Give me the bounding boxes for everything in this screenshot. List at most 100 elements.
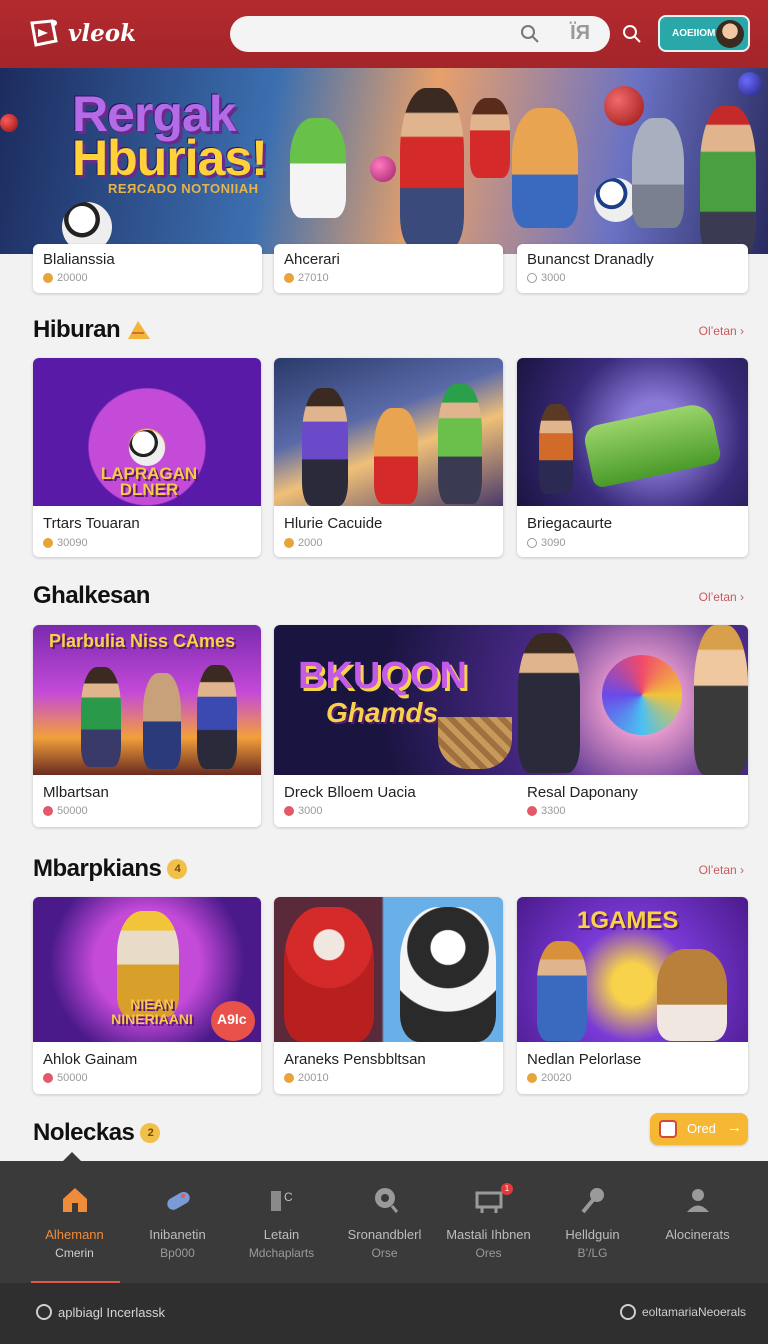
nav-sublabel: Cmerin	[55, 1246, 94, 1260]
game-card-meta: 2000	[284, 537, 322, 549]
footer-right[interactable]: eoltamariaNeoerals	[619, 1304, 746, 1320]
nav-item-profile[interactable]: Alocinerats	[645, 1161, 750, 1283]
nav-item-charts[interactable]: C Letain Mdchaplarts	[229, 1161, 334, 1283]
more-link[interactable]: Ol’etan ›	[699, 863, 744, 877]
hero-title: Rergak Hburias!	[72, 89, 268, 183]
thumb-title: 1GAMES	[577, 907, 679, 934]
game-card-info[interactable]: Resal Daponany 3300	[517, 775, 748, 827]
nav-item-games[interactable]: Inibanetin Bp000	[125, 1161, 230, 1283]
game-card[interactable]: Araneks Pensbbltsan 20010	[274, 897, 503, 1094]
order-button[interactable]: Ored →	[650, 1113, 748, 1145]
game-card-value: 50000	[57, 805, 88, 817]
controller-icon	[166, 1191, 190, 1210]
hero-character	[632, 118, 684, 228]
game-card-title: Dreck Blloem Uacia	[284, 784, 416, 801]
game-thumbnail	[274, 358, 503, 506]
notification-badge: 1	[501, 1183, 513, 1195]
thumb-title: NIEAN NINERIAANI	[111, 996, 193, 1027]
game-card-meta: 20010	[284, 1072, 329, 1084]
nav-sublabel: Mdchaplarts	[248, 1246, 315, 1260]
game-thumbnail: NIEAN NINERIAANI A9lc	[33, 897, 261, 1042]
more-link[interactable]: Ol’etan ›	[699, 324, 744, 338]
heart-icon	[43, 806, 53, 816]
game-card[interactable]: Plarbulia Niss CAmes Mlbartsan 50000	[33, 625, 261, 827]
heart-icon	[527, 806, 537, 816]
nav-item-home[interactable]: Alhemann Cmerin	[22, 1161, 127, 1283]
game-card-value: 30090	[57, 537, 88, 549]
game-card[interactable]: LAPRAGAN DLNER Trtars Touaran 30090	[33, 358, 261, 557]
game-card[interactable]: Briegacaurte 3090	[517, 358, 748, 557]
game-card-value: 20020	[541, 1072, 572, 1084]
game-card-title: Hlurie Cacuide	[284, 515, 383, 532]
bottom-nav: Alhemann Cmerin Inibanetin Bp000 C Letai…	[0, 1161, 768, 1283]
game-card-value: 3000	[298, 805, 323, 817]
thumb-character	[374, 408, 418, 504]
search-input[interactable]: ЇЯ	[230, 16, 610, 52]
nav-label: Alhemann	[45, 1227, 104, 1242]
thumb-title: LAPRAGAN DLNER	[100, 464, 198, 499]
hero-character	[512, 108, 578, 228]
search-glyph: ЇЯ	[570, 22, 590, 44]
account-button[interactable]: AOEIIOM	[658, 15, 750, 52]
game-card[interactable]: Hlurie Cacuide 2000	[274, 358, 503, 557]
hero-character	[400, 88, 464, 248]
brand-logo[interactable]: vleok	[26, 15, 136, 51]
game-card[interactable]: NIEAN NINERIAANI A9lc Ahlok Gainam 50000	[33, 897, 261, 1094]
coin-icon	[527, 1073, 537, 1083]
hero-title-line2: Hburias!	[72, 130, 268, 186]
game-card-value: 50000	[57, 1072, 88, 1084]
hero-ball	[370, 156, 396, 182]
logo-text: vleok	[68, 19, 137, 47]
strip-card-title: Bunancst Dranadly	[527, 251, 654, 268]
nav-item-globe[interactable]: Sronandblerl Orse	[332, 1161, 437, 1283]
game-card[interactable]: 1GAMES Nedlan Pelorlase 20020	[517, 897, 748, 1094]
search-icon[interactable]	[520, 24, 540, 44]
nav-label: Inibanetin	[149, 1227, 206, 1242]
arrow-right-icon: →	[727, 1119, 742, 1136]
footer-left[interactable]: aplbiagl Incerlassk	[36, 1304, 165, 1320]
logo-icon	[30, 19, 58, 47]
coin-icon	[527, 538, 537, 548]
game-card-title: Araneks Pensbbltsan	[284, 1051, 426, 1068]
thumb-character	[400, 907, 496, 1042]
nav-label: Sronandblerl	[347, 1227, 422, 1242]
footer-left-text: aplbiagl Incerlassk	[58, 1304, 165, 1320]
section-title: Hiburan	[33, 316, 152, 344]
thumb-ball	[602, 655, 682, 735]
thumb-car	[581, 401, 723, 489]
nav-item-tools[interactable]: Helldguin B’/LG	[540, 1161, 645, 1283]
hero-subtitle: REЯCADO NOTONIIAH	[108, 181, 259, 196]
section-title-text: Mbarpkians	[33, 855, 162, 882]
strip-card-value: 27010	[298, 272, 329, 284]
strip-card[interactable]: Bunancst Dranadly 3000	[517, 244, 748, 293]
game-card-meta: 3000	[284, 805, 322, 817]
hero-banner[interactable]: Rergak Hburias! REЯCADO NOTONIIAH	[0, 68, 768, 254]
strip-card-value: 3000	[541, 272, 566, 284]
chart-icon: C	[270, 1190, 293, 1211]
nav-item-shop[interactable]: 1 Mastali Ihbnen Ores	[436, 1161, 541, 1283]
strip-card[interactable]: Blalianssia 20000	[33, 244, 262, 293]
cart-icon	[475, 1191, 502, 1213]
thumb-character	[302, 388, 348, 506]
order-button-label: Ored	[687, 1121, 716, 1136]
coin-icon	[284, 273, 294, 283]
coin-icon	[43, 538, 53, 548]
game-card-value: 3090	[541, 537, 566, 549]
game-thumbnail: LAPRAGAN DLNER	[33, 358, 261, 506]
strip-card[interactable]: Ahcerari 27010	[274, 244, 503, 293]
thumb-character	[694, 625, 748, 775]
thumb-character	[539, 404, 573, 494]
section-title-text: Ghalkesan	[33, 582, 150, 609]
game-card-meta: 50000	[43, 1072, 88, 1084]
game-card-title: Mlbartsan	[43, 784, 109, 801]
coin-icon	[284, 538, 294, 548]
game-card-title: Briegacaurte	[527, 515, 613, 532]
thumb-title: Plarbulia Niss CAmes	[49, 631, 236, 651]
strip-card-meta: 27010	[284, 272, 329, 284]
hero-character	[470, 98, 510, 178]
cart-icon	[659, 1120, 677, 1138]
more-link[interactable]: Ol’etan ›	[699, 590, 744, 604]
thumb-title-2: Ghamds	[326, 697, 439, 728]
game-card-value: 3300	[541, 805, 566, 817]
header-search-icon[interactable]	[622, 24, 642, 44]
